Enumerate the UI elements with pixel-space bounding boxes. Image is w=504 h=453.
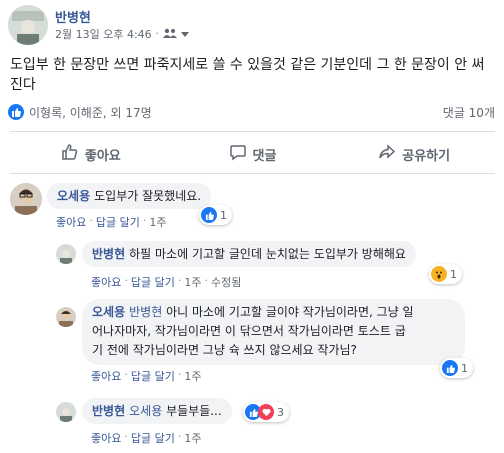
comment-links: 좋아요 · 답글 달기 · 1주	[56, 214, 167, 230]
post-timestamp[interactable]: 2월 13일 오후 4:46	[55, 26, 152, 42]
reply-reactions[interactable]: 1	[429, 264, 462, 284]
reply-bubble: 반병현 오세용 부들부들...	[82, 398, 232, 424]
reaction-count: 3	[277, 405, 284, 419]
comment-like-link[interactable]: 좋아요	[56, 214, 86, 230]
post-actions: 좋아요 댓글 공유하기	[10, 140, 495, 168]
comment-author[interactable]: 오세용	[57, 189, 90, 203]
share-arrow-icon	[378, 143, 396, 165]
comment-reactions[interactable]: 1	[199, 205, 232, 225]
comment-bubble: 오세용 도입부가 잘못했네요.	[47, 183, 212, 209]
commenter-avatar[interactable]	[10, 183, 42, 215]
comments-count[interactable]: 댓글 10개	[443, 104, 495, 121]
post-meta: 2월 13일 오후 4:46 ·	[55, 26, 189, 42]
comment-text: 도입부가 잘못했네요.	[94, 189, 202, 203]
comment-button-label: 댓글	[252, 148, 277, 164]
comment-reply-link[interactable]: 답글 달기	[96, 214, 140, 230]
reply-avatar[interactable]	[56, 244, 76, 264]
reactions-summary[interactable]: 이형록, 이해준, 외 17명	[8, 103, 152, 121]
reply-author[interactable]: 오세용	[92, 305, 125, 319]
reply-author[interactable]: 반병현	[92, 247, 125, 261]
like-reaction-icon	[8, 104, 24, 120]
like-button-label: 좋아요	[84, 148, 121, 164]
reply-mention[interactable]: 오세용	[129, 404, 162, 418]
wow-reaction-icon	[431, 266, 447, 282]
reaction-count: 1	[461, 361, 468, 375]
reaction-count: 1	[450, 267, 457, 281]
reply-avatar[interactable]	[56, 307, 76, 327]
author-avatar[interactable]	[8, 5, 48, 45]
post-header: 반병현 2월 13일 오후 4:46 ·	[8, 4, 498, 48]
comment-button[interactable]: 댓글	[172, 140, 334, 168]
reply-author[interactable]: 반병현	[92, 404, 125, 418]
reply-time[interactable]: 1주	[184, 368, 201, 384]
chevron-down-icon[interactable]	[180, 28, 189, 41]
thumbs-up-icon	[61, 143, 79, 165]
share-button[interactable]: 공유하기	[333, 140, 495, 168]
like-reaction-icon	[442, 360, 458, 376]
reply-like-link[interactable]: 좋아요	[91, 274, 121, 290]
like-reaction-icon	[201, 207, 217, 223]
divider	[10, 173, 495, 174]
reply-mention[interactable]: 반병현	[129, 305, 162, 319]
reply-text: 부들부들...	[166, 404, 222, 418]
share-button-label: 공유하기	[402, 148, 451, 164]
reaction-count: 1	[220, 208, 227, 222]
reply-like-link[interactable]: 좋아요	[91, 368, 121, 384]
reply-text: 하필 마소에 기고할 글인데 눈치없는 도입부가 방해해요	[129, 247, 406, 261]
reply-like-link[interactable]: 좋아요	[91, 430, 121, 446]
post-author-name[interactable]: 반병현	[55, 7, 91, 26]
reply-avatar[interactable]	[56, 402, 76, 422]
reply-links: 좋아요 · 답글 달기 · 1주 · 수정됨	[91, 274, 242, 290]
reply-reactions[interactable]: 1	[440, 358, 473, 378]
reply-text: 아니 마소에 기고할 글이야 작가님이라면, 그냥 일	[166, 305, 414, 319]
divider	[10, 131, 495, 132]
reply-time[interactable]: 1주	[184, 274, 201, 290]
comment-time[interactable]: 1주	[149, 214, 166, 230]
reactions-names[interactable]: 이형록, 이해준, 외 17명	[29, 104, 152, 121]
reply-time[interactable]: 1주	[184, 430, 201, 446]
meta-separator: ·	[155, 28, 159, 40]
reply-reply-link[interactable]: 답글 달기	[131, 430, 175, 446]
reply-reply-link[interactable]: 답글 달기	[131, 274, 175, 290]
edited-label[interactable]: 수정됨	[211, 274, 241, 290]
heart-reaction-icon	[258, 404, 274, 420]
reply-reactions[interactable]: 3	[243, 402, 289, 422]
reply-links: 좋아요 · 답글 달기 · 1주	[91, 368, 202, 384]
reply-reply-link[interactable]: 답글 달기	[131, 368, 175, 384]
like-button[interactable]: 좋아요	[10, 140, 172, 168]
reply-text: 어나자마자, 작가님이라면 이 닦으면서 작가님이라면 토스트 굽	[92, 324, 406, 338]
comment-bubble-icon	[229, 143, 247, 165]
reply-bubble: 오세용 반병현 아니 마소에 기고할 글이야 작가님이라면, 그냥 일 어나자마자…	[82, 299, 465, 365]
reply-links: 좋아요 · 답글 달기 · 1주	[91, 430, 202, 446]
post-text: 도입부 한 문장만 쓰면 파죽지세로 쓸 수 있을것 같은 기분인데 그 한 문…	[10, 57, 485, 93]
friends-icon[interactable]	[162, 28, 177, 41]
reply-text: 기 전에 작가님이라면 그냥 슉 쓰지 않으세요 작가님?	[92, 343, 357, 357]
reply-bubble: 반병현 하필 마소에 기고할 글인데 눈치없는 도입부가 방해해요	[82, 241, 416, 267]
